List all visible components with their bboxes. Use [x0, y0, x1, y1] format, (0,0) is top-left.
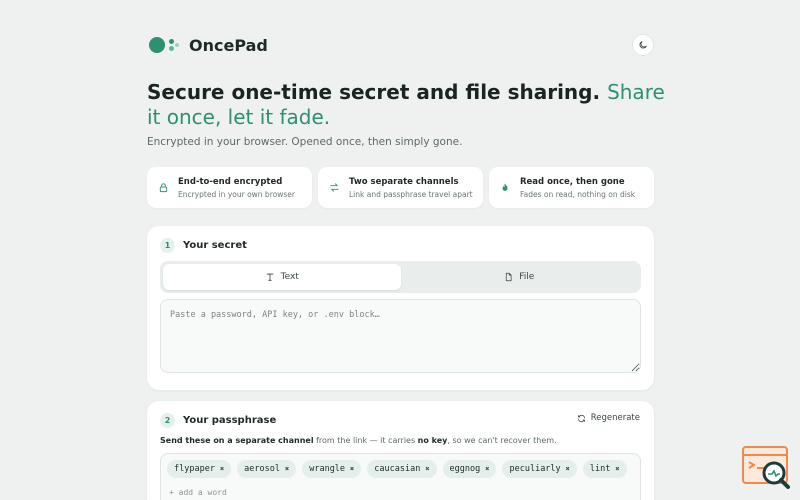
- passphrase-step-header: 2 Your passphrase: [160, 413, 276, 428]
- text-icon: [266, 273, 273, 281]
- feature-title: End-to-end encrypted: [178, 176, 283, 187]
- word-chip-text: wrangle: [309, 464, 346, 474]
- app-header: OncePad: [147, 32, 654, 58]
- feature-card-read-once: Read once, then gone Fades on read, noth…: [489, 167, 654, 208]
- remove-word-icon[interactable]: ✖: [350, 465, 354, 473]
- step-title: Your secret: [183, 240, 247, 251]
- feature-card-encrypted: End-to-end encrypted Encrypted in your o…: [147, 167, 312, 208]
- tab-text[interactable]: Text: [163, 264, 401, 290]
- word-chip: wrangle ✖: [302, 460, 362, 478]
- tab-label: File: [519, 272, 535, 282]
- word-chip: eggnog ✖: [442, 460, 497, 478]
- hero-title-main: Secure one-time secret and file sharing.: [147, 80, 601, 104]
- secret-type-tabs: Text File: [160, 261, 641, 293]
- tab-label: Text: [280, 272, 299, 282]
- refresh-icon: [577, 414, 585, 422]
- feature-list: End-to-end encrypted Encrypted in your o…: [147, 167, 654, 208]
- word-chip-text: peculiarly: [509, 464, 561, 474]
- flame-icon: [499, 182, 511, 194]
- passphrase-card: 2 Your passphrase Regenerate Send these …: [147, 401, 654, 500]
- word-chip-text: flypaper: [174, 464, 215, 474]
- passphrase-note: Send these on a separate channel from th…: [160, 436, 557, 445]
- word-chip: aerosol ✖: [237, 460, 297, 478]
- note-text: , so we can't recover them.: [447, 436, 557, 445]
- feature-desc: Link and passphrase travel apart: [349, 189, 473, 199]
- word-chip: caucasian ✖: [367, 460, 437, 478]
- feature-desc: Encrypted in your own browser: [178, 189, 295, 199]
- feature-title: Two separate channels: [349, 176, 459, 187]
- feedback-widget-icon[interactable]: [741, 445, 791, 490]
- note-emphasis: no key: [417, 436, 448, 445]
- word-chip: lint ✖: [582, 460, 627, 478]
- remove-word-icon[interactable]: ✖: [285, 465, 289, 473]
- regenerate-label: Regenerate: [590, 413, 640, 423]
- word-chip-text: caucasian: [374, 464, 421, 474]
- note-text: from the link — it carries: [313, 436, 418, 445]
- regenerate-button[interactable]: Regenerate: [577, 413, 640, 423]
- feature-title: Read once, then gone: [520, 176, 625, 187]
- brand-name: OncePad: [189, 35, 268, 55]
- moon-icon: [639, 41, 647, 49]
- feature-desc: Fades on read, nothing on disk: [520, 189, 636, 199]
- step-title: Your passphrase: [183, 415, 277, 426]
- remove-word-icon[interactable]: ✖: [485, 465, 489, 473]
- passphrase-words-box: flypaper ✖ aerosol ✖ wrangle ✖ caucasian ✖ e…: [160, 453, 641, 500]
- add-word-input[interactable]: + add a word: [169, 488, 634, 497]
- hero-subtitle: Encrypted in your browser. Opened once, …: [147, 136, 463, 148]
- remove-word-icon[interactable]: ✖: [615, 465, 619, 473]
- secret-step-header: 1 Your secret: [160, 238, 247, 253]
- step-number: 2: [160, 413, 175, 428]
- word-chip-text: lint: [589, 464, 611, 474]
- remove-word-icon[interactable]: ✖: [425, 465, 429, 473]
- word-chip-text: eggnog: [449, 464, 481, 474]
- hero-title: Secure one-time secret and file sharing.…: [147, 80, 667, 130]
- secret-input[interactable]: [160, 299, 641, 373]
- word-chip: peculiarly ✖: [502, 460, 577, 478]
- feature-card-channels: Two separate channels Link and passphras…: [318, 167, 483, 208]
- logo-mark-icon: [147, 34, 181, 56]
- remove-word-icon[interactable]: ✖: [566, 465, 570, 473]
- note-emphasis: Send these on a separate channel: [160, 436, 314, 445]
- theme-toggle-button[interactable]: [632, 34, 654, 56]
- secret-card: 1 Your secret Text File: [147, 226, 654, 390]
- lock-icon: [157, 182, 169, 194]
- remove-word-icon[interactable]: ✖: [220, 465, 224, 473]
- word-chip-list: flypaper ✖ aerosol ✖ wrangle ✖ caucasian ✖ e…: [167, 460, 634, 478]
- tab-file[interactable]: File: [401, 264, 639, 290]
- file-icon: [506, 272, 512, 282]
- logo[interactable]: OncePad: [147, 34, 268, 56]
- word-chip-text: aerosol: [244, 464, 280, 474]
- word-chip: flypaper ✖: [167, 460, 232, 478]
- step-number: 1: [160, 238, 175, 253]
- swap-arrows-icon: [328, 182, 340, 194]
